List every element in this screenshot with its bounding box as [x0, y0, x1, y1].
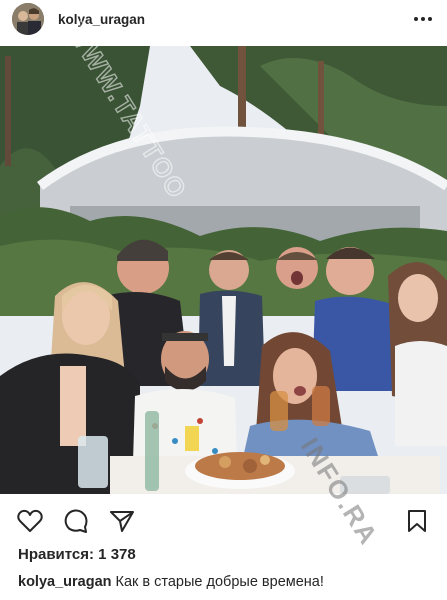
caption-username[interactable]: kolya_uragan — [18, 574, 112, 590]
post-actions — [0, 506, 447, 536]
more-horizontal-icon[interactable] — [411, 7, 435, 31]
likes-count[interactable]: Нравится: 1 378 — [18, 546, 136, 563]
heart-icon[interactable] — [17, 508, 43, 534]
avatar[interactable] — [12, 3, 44, 35]
caption-text: Как в старые добрые времена! — [111, 574, 324, 590]
post-header: kolya_uragan — [0, 0, 447, 38]
post-username[interactable]: kolya_uragan — [58, 12, 411, 27]
share-icon[interactable] — [109, 508, 135, 534]
bookmark-icon[interactable] — [404, 508, 430, 534]
post-caption: kolya_uragan Как в старые добрые времена… — [18, 574, 324, 590]
comment-icon[interactable] — [63, 508, 89, 534]
post-photo[interactable] — [0, 46, 447, 494]
